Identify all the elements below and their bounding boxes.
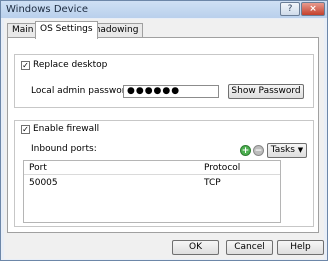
title-help-button[interactable]: ? xyxy=(280,2,300,16)
close-button[interactable]: × xyxy=(301,2,325,16)
cancel-button[interactable]: Cancel xyxy=(226,240,273,255)
os-settings-panel: ✓ Replace desktop Local admin password: … xyxy=(7,37,319,233)
table-row[interactable]: 50005 TCP xyxy=(24,176,280,190)
add-port-icon[interactable]: + xyxy=(240,145,251,156)
show-password-button[interactable]: Show Password xyxy=(228,84,304,99)
windows-device-dialog: Windows Device ? × Main OS Settings Shad… xyxy=(0,0,328,261)
tasks-label: Tasks xyxy=(270,145,295,155)
inbound-ports-list[interactable]: Port Protocol 50005 TCP xyxy=(23,160,281,223)
inbound-ports-label: Inbound ports: xyxy=(31,144,97,154)
enable-firewall-checkbox[interactable]: ✓ xyxy=(21,125,30,134)
local-admin-password-label: Local admin password: xyxy=(31,86,135,96)
tab-os-settings[interactable]: OS Settings xyxy=(35,21,98,39)
ports-table-header: Port Protocol xyxy=(24,161,280,175)
tab-main[interactable]: Main xyxy=(7,23,39,38)
column-header-port[interactable]: Port xyxy=(29,163,47,173)
window-title: Windows Device xyxy=(6,4,89,15)
column-header-protocol[interactable]: Protocol xyxy=(204,163,240,173)
dialog-client-area: Main OS Settings Shadowing ✓ Replace des… xyxy=(4,19,324,259)
replace-desktop-checkbox[interactable]: ✓ xyxy=(21,61,30,70)
remove-port-icon[interactable]: − xyxy=(253,145,264,156)
title-bar: Windows Device ? × xyxy=(1,1,327,18)
chevron-down-icon: ▼ xyxy=(297,146,304,154)
port-cell: 50005 xyxy=(29,178,58,188)
help-button[interactable]: Help xyxy=(277,240,324,255)
enable-firewall-label: Enable firewall xyxy=(33,124,100,134)
tasks-dropdown-button[interactable]: Tasks ▼ xyxy=(267,143,307,158)
local-admin-password-field[interactable]: ●●●●●● xyxy=(123,85,219,98)
firewall-group: ✓ Enable firewall Inbound ports: + − Tas… xyxy=(14,120,314,227)
protocol-cell: TCP xyxy=(204,178,221,188)
replace-desktop-group: ✓ Replace desktop Local admin password: … xyxy=(14,54,314,108)
ok-button[interactable]: OK xyxy=(172,240,219,255)
replace-desktop-label: Replace desktop xyxy=(33,60,108,70)
